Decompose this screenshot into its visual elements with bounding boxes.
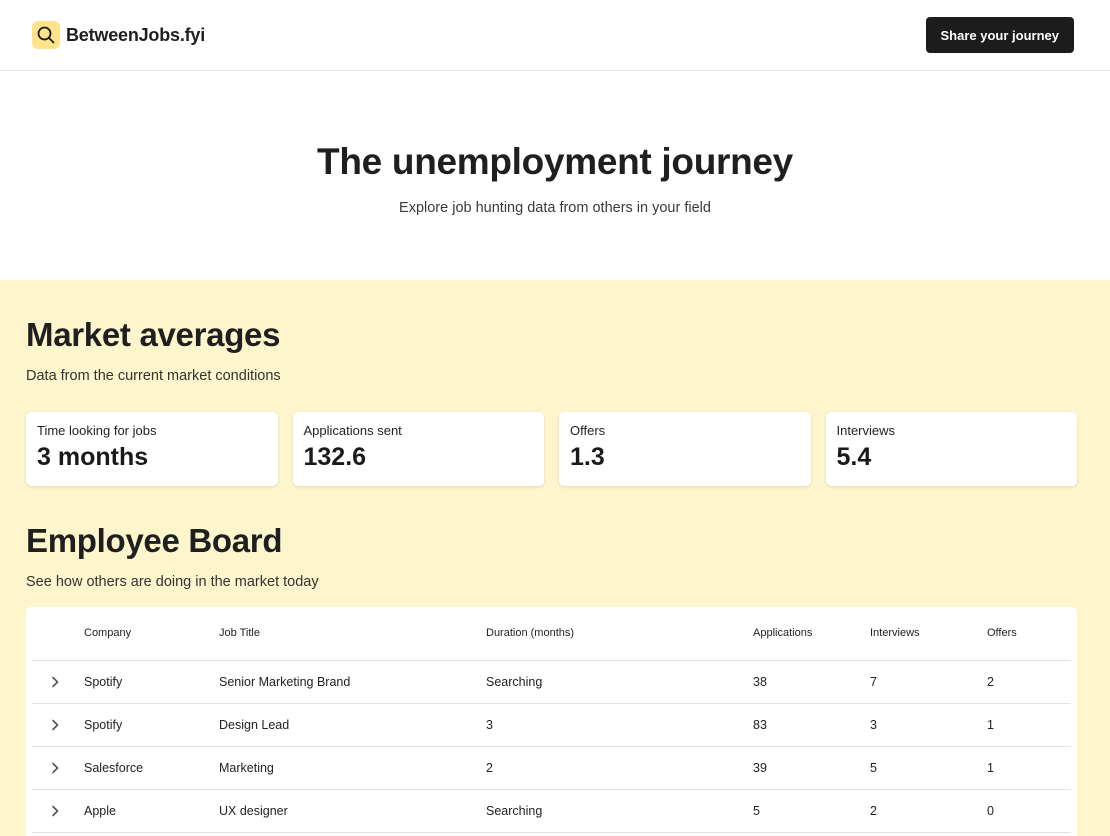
stat-label: Interviews bbox=[836, 423, 896, 438]
table-row[interactable]: Apple UX designer Searching 5 2 0 bbox=[32, 789, 1071, 833]
hero-section: The unemployment journey Explore job hun… bbox=[0, 71, 1110, 280]
header-company[interactable]: Company bbox=[84, 607, 219, 661]
cell-job-title: Design Lead bbox=[219, 703, 486, 747]
stat-card-interviews: Interviews 5.4 bbox=[825, 412, 1077, 486]
brand-logo-link[interactable]: BetweenJobs.fyi bbox=[32, 21, 205, 49]
employee-board-subtitle: See how others are doing in the market t… bbox=[26, 574, 319, 590]
cell-company: Salesforce bbox=[84, 746, 219, 790]
cell-company: Spotify bbox=[84, 703, 219, 747]
header-applications[interactable]: Applications bbox=[753, 607, 870, 661]
cell-applications: 83 bbox=[753, 703, 870, 747]
stat-label: Applications sent bbox=[303, 423, 402, 438]
stat-value: 3 months bbox=[37, 443, 149, 471]
employee-table-card: Company Job Title Duration (months) Appl… bbox=[26, 607, 1077, 836]
hero-title: The unemployment journey bbox=[317, 141, 793, 182]
chevron-right-icon[interactable] bbox=[40, 710, 70, 740]
stat-label: Time looking for jobs bbox=[37, 423, 157, 438]
stat-label: Offers bbox=[570, 423, 606, 438]
cell-duration: 3 bbox=[486, 703, 753, 747]
cell-applications: 5 bbox=[753, 789, 870, 833]
header-interviews[interactable]: Interviews bbox=[870, 607, 987, 661]
cell-offers: 1 bbox=[987, 746, 1071, 790]
stat-value: 5.4 bbox=[836, 443, 872, 471]
chevron-right-icon[interactable] bbox=[40, 667, 70, 697]
header-duration[interactable]: Duration (months) bbox=[486, 607, 753, 661]
brand-name: BetweenJobs.fyi bbox=[66, 24, 206, 45]
header-job-title[interactable]: Job Title bbox=[219, 607, 486, 661]
table-row[interactable]: Salesforce Marketing 2 39 5 1 bbox=[32, 746, 1071, 790]
market-averages-subtitle: Data from the current market conditions bbox=[26, 368, 281, 384]
header-offers[interactable]: Offers bbox=[987, 607, 1071, 661]
cell-interviews: 3 bbox=[870, 703, 987, 747]
cell-company: Apple bbox=[84, 789, 219, 833]
stat-card-offers: Offers 1.3 bbox=[559, 412, 811, 486]
stat-value: 132.6 bbox=[303, 443, 367, 471]
cell-applications: 38 bbox=[753, 660, 870, 704]
cell-offers: 1 bbox=[987, 703, 1071, 747]
table-row[interactable]: Spotify Design Lead 3 83 3 1 bbox=[32, 703, 1071, 747]
cell-job-title: Senior Marketing Brand bbox=[219, 660, 486, 704]
search-icon bbox=[32, 21, 60, 49]
cell-duration: Searching bbox=[486, 789, 753, 833]
cell-job-title: UX designer bbox=[219, 789, 486, 833]
cell-duration: 2 bbox=[486, 746, 753, 790]
cell-interviews: 2 bbox=[870, 789, 987, 833]
cell-duration: Searching bbox=[486, 660, 753, 704]
table-header-row: Company Job Title Duration (months) Appl… bbox=[32, 607, 1071, 661]
cell-interviews: 5 bbox=[870, 746, 987, 790]
cell-company: Spotify bbox=[84, 660, 219, 704]
cell-job-title: Marketing bbox=[219, 746, 486, 790]
chevron-right-icon[interactable] bbox=[40, 753, 70, 783]
stats-grid: Time looking for jobs 3 months Applicati… bbox=[26, 412, 1077, 486]
top-nav: BetweenJobs.fyi Share your journey bbox=[0, 0, 1110, 71]
market-averages-title: Market averages bbox=[26, 316, 281, 353]
stat-value: 1.3 bbox=[570, 443, 605, 471]
table-row[interactable]: Spotify Senior Marketing Brand Searching… bbox=[32, 660, 1071, 704]
chevron-right-icon[interactable] bbox=[40, 796, 70, 826]
cell-interviews: 7 bbox=[870, 660, 987, 704]
employee-board-title: Employee Board bbox=[26, 522, 283, 559]
cell-offers: 2 bbox=[987, 660, 1071, 704]
stat-card-applications: Applications sent 132.6 bbox=[292, 412, 544, 486]
cell-applications: 39 bbox=[753, 746, 870, 790]
hero-subtitle: Explore job hunting data from others in … bbox=[399, 200, 711, 216]
employee-table: Company Job Title Duration (months) Appl… bbox=[32, 607, 1071, 833]
cell-offers: 0 bbox=[987, 789, 1071, 833]
header-expand bbox=[32, 607, 84, 661]
share-journey-button[interactable]: Share your journey bbox=[925, 17, 1074, 53]
content-area: Market averages Data from the current ma… bbox=[0, 280, 1110, 836]
stat-card-time: Time looking for jobs 3 months bbox=[26, 412, 278, 486]
